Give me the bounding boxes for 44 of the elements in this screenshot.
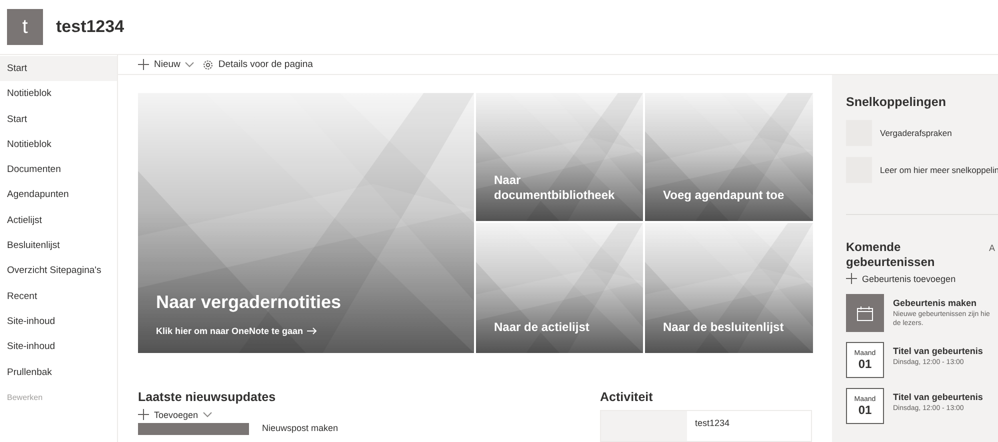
hero-tile-link[interactable]: Naar documentbibliotheek xyxy=(494,173,631,203)
event-title[interactable]: Titel van gebeurtenis xyxy=(893,346,983,356)
nav-link[interactable]: Prullenbak xyxy=(0,360,117,385)
page-details-button[interactable]: Details voor de pagina xyxy=(203,59,313,70)
chevron-down-icon xyxy=(203,412,212,418)
add-news-button[interactable]: Toevoegen xyxy=(138,409,212,420)
hero-tile-link[interactable]: Voeg agendapunt toe xyxy=(663,188,784,203)
nav-link[interactable]: Documenten xyxy=(0,157,117,182)
onenote-link[interactable]: Klik hier om naar OneNote te gaan xyxy=(156,326,318,336)
quick-link[interactable]: Vergaderafspraken xyxy=(880,128,952,138)
plus-icon xyxy=(846,273,857,284)
nav-link[interactable]: Actielijst xyxy=(0,208,117,234)
activity-card[interactable]: test1234 xyxy=(600,410,812,442)
nav-link[interactable]: Besluitenlijst xyxy=(0,233,117,258)
nav-link[interactable]: Recent xyxy=(0,284,117,309)
nav-link[interactable]: Agendapunten xyxy=(0,182,117,208)
hero-tile-link[interactable]: Naar de actielijst xyxy=(494,320,590,335)
quick-links-heading: Snelkoppelingen xyxy=(846,95,948,109)
event-title[interactable]: Titel van gebeurtenis xyxy=(893,392,983,402)
news-heading: Laatste nieuwsupdates xyxy=(138,390,277,404)
see-all-link[interactable]: A xyxy=(989,243,996,270)
nav-link[interactable]: Notitieblok xyxy=(0,81,117,107)
plus-icon xyxy=(138,409,149,420)
chevron-down-icon xyxy=(185,62,194,68)
news-item-title[interactable]: Nieuwspost maken xyxy=(262,423,338,435)
events-heading: Komende gebeurtenissen xyxy=(846,240,936,270)
event-title[interactable]: Gebeurtenis maken xyxy=(893,298,990,308)
nav-link[interactable]: Notitieblok xyxy=(0,132,117,158)
nav-link[interactable]: Overzicht Sitepagina's xyxy=(0,258,117,284)
settings-icon xyxy=(203,60,214,70)
nav-link[interactable]: Start xyxy=(0,106,117,132)
site-title[interactable]: test1234 xyxy=(56,17,124,37)
calendar-icon xyxy=(857,306,873,320)
hero-title-link[interactable]: Naar vergadernotities xyxy=(156,292,342,313)
nav-link[interactable]: Site-inhoud xyxy=(0,334,117,360)
nav-link[interactable]: Site-inhoud xyxy=(0,308,117,334)
site-logo[interactable]: t xyxy=(7,9,43,45)
plus-icon xyxy=(138,59,149,70)
new-button[interactable]: Nieuw xyxy=(138,59,194,70)
hero-tile-link[interactable]: Naar de besluitenlijst xyxy=(663,320,784,335)
activity-heading: Activiteit xyxy=(600,390,654,404)
add-event-button[interactable]: Gebeurtenis toevoegen xyxy=(846,273,956,284)
nav-link[interactable]: Start xyxy=(0,56,117,82)
arrow-right-icon xyxy=(307,327,318,335)
